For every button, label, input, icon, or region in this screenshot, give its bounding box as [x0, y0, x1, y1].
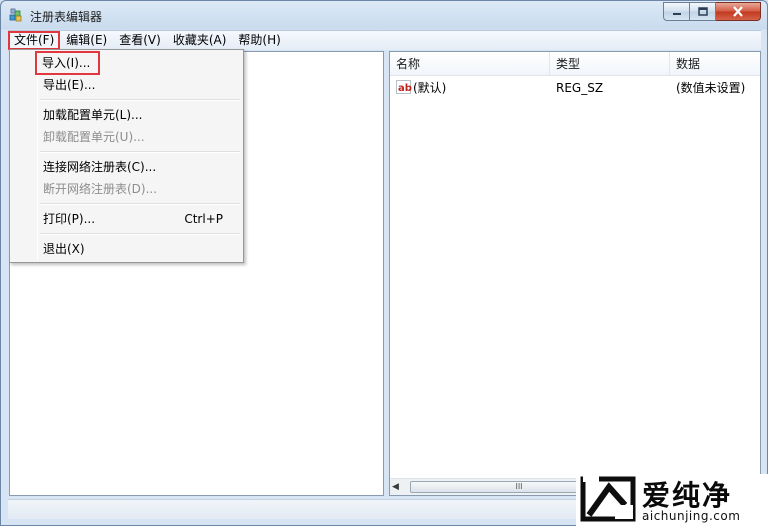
menu-favorites[interactable]: 收藏夹(A) — [167, 31, 233, 50]
close-button[interactable] — [716, 2, 761, 21]
file-menu-dropdown: 导入(I)... 导出(E)... 加载配置单元(L)... 卸载配置单元(U)… — [9, 49, 244, 263]
menu-help[interactable]: 帮助(H) — [232, 31, 286, 50]
caption-buttons — [663, 2, 761, 21]
menu-file[interactable]: 文件(F) — [8, 31, 61, 50]
scrollbar-grip: III — [515, 482, 523, 491]
value-name: (默认) — [413, 81, 447, 95]
maximize-button[interactable] — [690, 2, 716, 21]
value-name-cell: ab (默认) — [390, 78, 550, 98]
menu-item-print-shortcut: Ctrl+P — [184, 212, 223, 226]
menu-item-export[interactable]: 导出(E)... — [12, 74, 241, 96]
title-bar[interactable]: 注册表编辑器 — [1, 1, 767, 29]
menu-edit[interactable]: 编辑(E) — [60, 31, 113, 50]
menu-view[interactable]: 查看(V) — [113, 31, 167, 50]
regedit-icon — [9, 8, 22, 22]
menu-bar: 文件(F) 编辑(E) 查看(V) 收藏夹(A) 帮助(H) — [8, 30, 761, 50]
watermark-url: aichunjing.com — [642, 509, 741, 523]
close-icon — [733, 6, 743, 17]
column-header-type[interactable]: 类型 — [550, 52, 670, 76]
menu-item-unload-hive: 卸载配置单元(U)... — [43, 130, 145, 144]
maximize-icon — [697, 7, 708, 16]
scroll-left-arrow-icon[interactable]: ◀ — [392, 482, 399, 492]
window-title: 注册表编辑器 — [30, 10, 103, 24]
column-header-data[interactable]: 数据 — [670, 52, 760, 76]
watermark-logo-icon — [580, 476, 636, 522]
site-watermark: 爱纯净 aichunjing.com — [576, 474, 768, 526]
menu-item-print[interactable]: 打印(P)... Ctrl+P — [12, 208, 241, 230]
menu-separator — [40, 203, 240, 205]
menu-separator — [40, 151, 240, 153]
menu-item-disconnect-network-registry: 断开网络注册表(D)... — [43, 182, 158, 196]
menu-separator — [40, 99, 240, 101]
value-row[interactable]: ab (默认) REG_SZ (数值未设置) — [390, 78, 760, 98]
menu-item-print-label: 打印(P)... — [43, 212, 96, 226]
minimize-icon — [672, 12, 681, 15]
menu-item-import[interactable]: 导入(I)... — [35, 51, 100, 75]
menu-item-exit[interactable]: 退出(X) — [12, 238, 241, 260]
string-value-icon: ab — [396, 80, 412, 94]
value-type: REG_SZ — [556, 81, 604, 95]
watermark-title: 爱纯净 — [642, 479, 733, 512]
value-list-pane[interactable]: 名称 类型 数据 ab (默认) REG_SZ (数值未设置) ◀ III — [389, 51, 761, 496]
menu-item-load-hive[interactable]: 加载配置单元(L)... — [12, 104, 241, 126]
menu-separator — [40, 233, 240, 235]
menu-item-connect-network-registry[interactable]: 连接网络注册表(C)... — [12, 156, 241, 178]
value-data: (数值未设置) — [676, 81, 746, 95]
list-header: 名称 类型 数据 — [390, 52, 760, 76]
column-header-name[interactable]: 名称 — [390, 52, 550, 76]
minimize-button[interactable] — [663, 2, 690, 21]
